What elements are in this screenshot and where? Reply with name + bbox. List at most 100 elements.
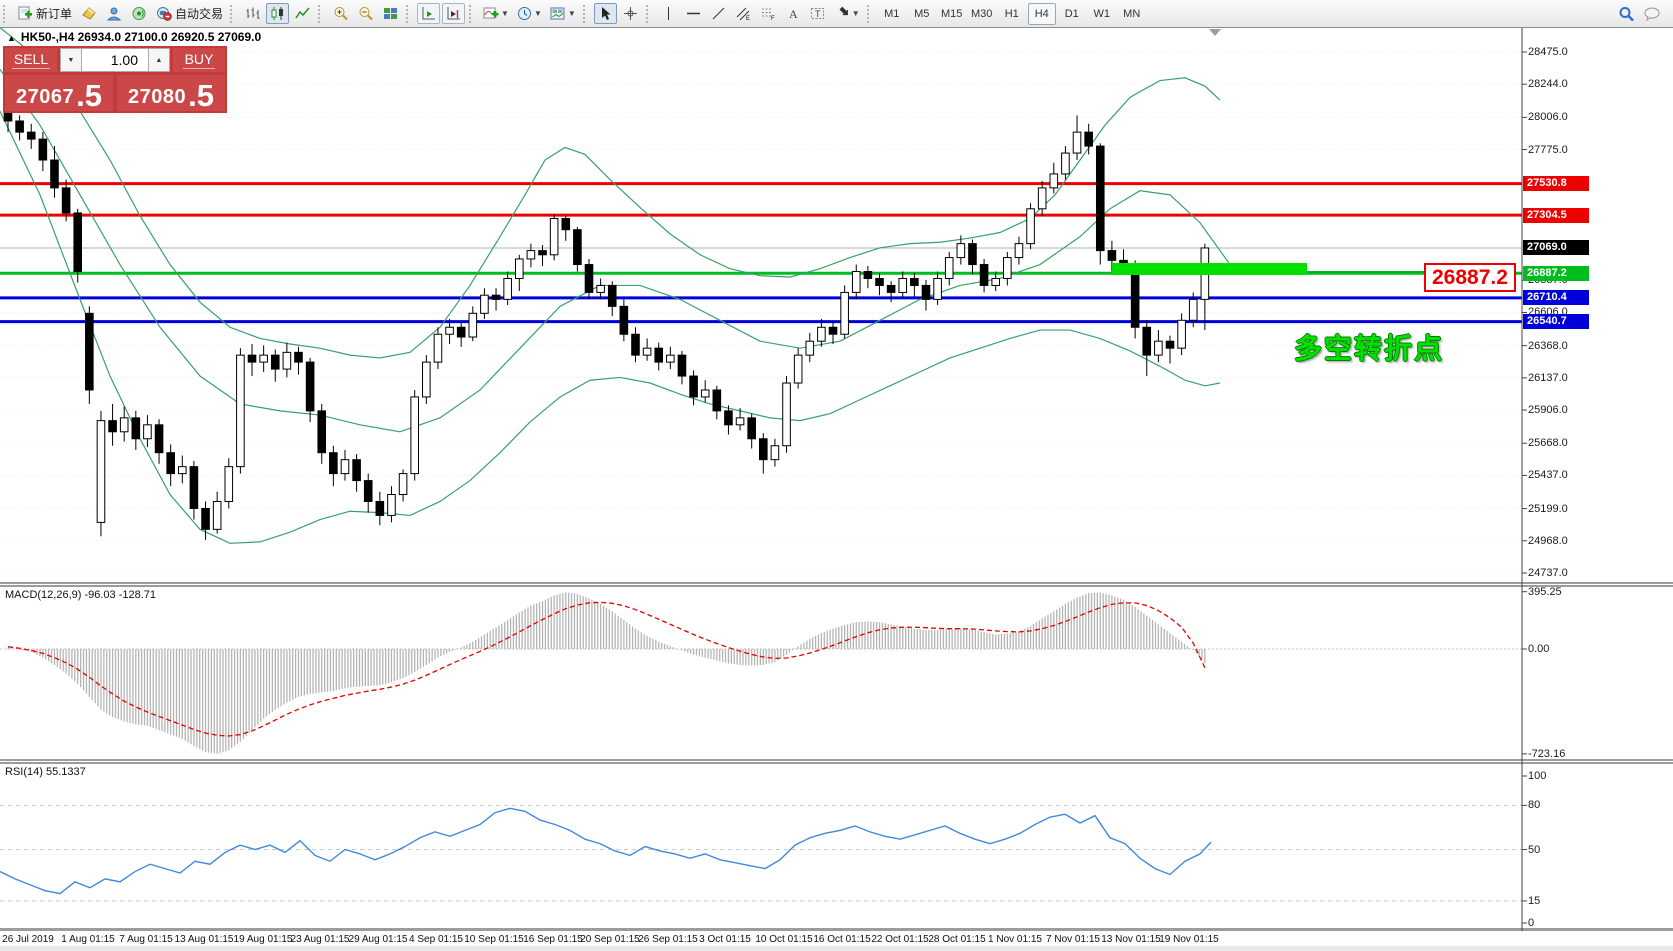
candle [690, 376, 698, 397]
rsi-tick-label: 80 [1528, 799, 1540, 811]
timeframe-button-d1[interactable]: D1 [1058, 3, 1086, 25]
scroll-position-marker[interactable] [1209, 29, 1221, 36]
candle [748, 418, 756, 439]
dropdown-arrow-icon: ▼ [534, 9, 542, 18]
volume-increase-button[interactable]: ▲ [148, 48, 170, 72]
sell-price-main: 27067 [16, 86, 74, 109]
autotrade-button[interactable]: 自动交易 [152, 3, 226, 24]
line-chart-button[interactable] [291, 3, 314, 24]
bar-chart-icon [245, 6, 260, 21]
timeframe-button-m15[interactable]: M15 [938, 3, 966, 25]
candle [1189, 299, 1197, 320]
vertical-line-icon [662, 6, 675, 21]
timeframe-button-m30[interactable]: M30 [968, 3, 996, 25]
candle [562, 219, 570, 230]
price-annotation-label[interactable]: 26887.2 [1424, 263, 1516, 292]
chart-shift-button[interactable] [442, 3, 465, 24]
auto-scroll-button[interactable] [417, 3, 440, 24]
text-label-button[interactable]: T [807, 3, 830, 24]
candle [364, 481, 372, 502]
trading-terminal: 新订单 自动交易 ▼ ▼ ▼ E F A T ▼ [0, 0, 1673, 951]
toolbar-grip[interactable] [867, 5, 874, 23]
zoom-out-button[interactable] [354, 3, 377, 24]
volume-decrease-button[interactable]: ▼ [60, 48, 82, 72]
template-icon [550, 6, 566, 21]
cursor-button[interactable] [594, 3, 617, 24]
timeframe-button-w1[interactable]: W1 [1088, 3, 1116, 25]
toolbar-grip[interactable] [646, 5, 653, 23]
candle [911, 278, 919, 285]
dropdown-arrow-icon: ▼ [852, 9, 860, 18]
cursor-icon [599, 6, 612, 21]
toolbar-grip[interactable] [469, 5, 476, 23]
crosshair-button[interactable] [619, 3, 642, 24]
symbol-period-label: HK50-,H4 [21, 30, 74, 44]
templates-button[interactable]: ▼ [547, 3, 579, 24]
timeframe-button-h4[interactable]: H4 [1028, 3, 1056, 25]
toolbar-grip[interactable] [406, 5, 413, 23]
sell-button[interactable]: SELL [5, 48, 57, 72]
buy-button[interactable]: BUY [173, 48, 225, 72]
tile-windows-button[interactable] [379, 3, 402, 24]
candle [423, 362, 431, 397]
chinese-annotation-text[interactable]: 多空转折点 [1294, 327, 1444, 367]
volume-spinner: ▼ 1.00 ▲ [60, 48, 170, 72]
toolbar-grip[interactable] [318, 5, 325, 23]
svg-text:F: F [771, 16, 775, 21]
signal-button[interactable] [127, 3, 150, 24]
time-axis-label: 29 Aug 01:15 [349, 934, 408, 945]
sell-price-button[interactable]: 27067.5 [5, 75, 113, 111]
periods-button[interactable]: ▼ [514, 3, 545, 24]
time-axis-label: 19 Nov 01:15 [1159, 934, 1219, 945]
zoom-in-button[interactable] [329, 3, 352, 24]
horizontal-line-button[interactable] [682, 3, 705, 24]
new-order-button[interactable]: 新订单 [14, 3, 75, 24]
candlestick-chart-button[interactable] [266, 3, 289, 24]
chart-canvas[interactable] [0, 0, 1673, 951]
candle [481, 295, 489, 313]
timeframe-button-h1[interactable]: H1 [998, 3, 1026, 25]
green-highlight-rect[interactable] [1112, 263, 1307, 275]
one-click-trading-panel: SELL ▼ 1.00 ▲ BUY 27067.5 27080.5 [3, 46, 227, 113]
timeframe-button-mn[interactable]: MN [1118, 3, 1146, 25]
search-button[interactable] [1615, 3, 1638, 24]
candle [794, 355, 802, 383]
trendline-button[interactable] [707, 3, 730, 24]
toolbar-grip[interactable] [230, 5, 237, 23]
bottom-strip [0, 946, 1673, 951]
bar-chart-button[interactable] [241, 3, 264, 24]
price-tick-label: 24737.0 [1528, 567, 1568, 579]
candle [713, 390, 721, 411]
candle [585, 265, 593, 293]
time-axis-label: 13 Aug 01:15 [175, 934, 234, 945]
chat-button[interactable] [1640, 3, 1664, 24]
candle [574, 230, 582, 265]
svg-text:E: E [746, 16, 750, 21]
candle [260, 355, 268, 362]
toolbar-grip[interactable] [3, 5, 10, 23]
timeframe-button-m5[interactable]: M5 [908, 3, 936, 25]
buy-price-button[interactable]: 27080.5 [117, 75, 225, 111]
vertical-line-button[interactable] [657, 3, 680, 24]
candle [97, 421, 105, 523]
indicators-button[interactable]: ▼ [480, 3, 512, 24]
price-axis-badge: 26710.4 [1523, 290, 1589, 305]
volume-input[interactable]: 1.00 [82, 48, 148, 72]
timeframe-button-m1[interactable]: M1 [878, 3, 906, 25]
candle [248, 355, 256, 362]
profile-button[interactable] [102, 3, 125, 24]
candle [887, 285, 895, 292]
candle [504, 278, 512, 299]
rsi-tick-label: 15 [1528, 895, 1540, 907]
fibonacci-button[interactable]: F [757, 3, 780, 24]
candle [202, 508, 210, 529]
candle [27, 132, 35, 139]
equidistant-channel-button[interactable]: E [732, 3, 755, 24]
market-watch-button[interactable] [77, 3, 100, 24]
collapse-triangle-icon[interactable]: ▲ [7, 33, 16, 43]
text-button[interactable]: A [782, 3, 805, 24]
candle [120, 418, 128, 432]
toolbar-grip[interactable] [583, 5, 590, 23]
arrows-button[interactable]: ▼ [832, 3, 863, 24]
candle [597, 285, 605, 292]
